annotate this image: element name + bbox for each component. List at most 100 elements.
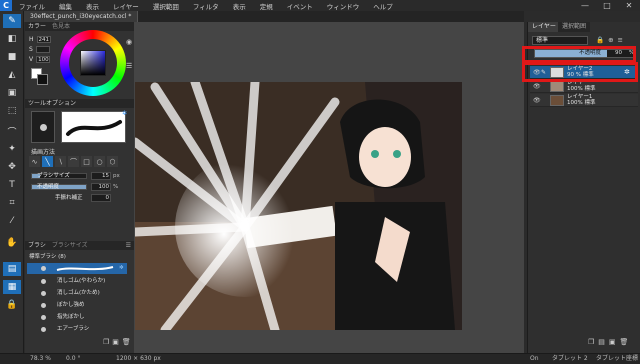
minimize-button[interactable]: — <box>574 0 596 11</box>
opacity-slider[interactable]: 不透明度 100 % <box>31 183 123 191</box>
lock-icon[interactable]: 🔒 <box>3 298 21 312</box>
draw-mode-row: ∿ ╲ ∖ ⌒ □ ○ ⬡ <box>29 156 118 168</box>
bucket-tool-icon[interactable]: ◭ <box>3 68 21 82</box>
menu-edit[interactable]: 編集 <box>52 1 79 11</box>
layer-item[interactable]: 👁 レイヤー1 100% 標準 <box>530 94 638 107</box>
layer-thumbnail <box>550 95 564 106</box>
gradient-tool-icon[interactable]: ▣ <box>3 86 21 100</box>
document-tab[interactable]: 30effect_punch_i30eyecatch.ocl * <box>24 11 139 22</box>
correction-slider[interactable]: 手振れ補正 0 <box>31 194 123 202</box>
stroke-preview <box>61 111 126 143</box>
menu-filter[interactable]: フィルタ <box>186 1 226 11</box>
hand-tool-icon[interactable]: ✋ <box>3 236 21 250</box>
polygon-mode-icon[interactable]: ⬡ <box>107 156 118 167</box>
brush-item[interactable]: 消しゴム(かため) <box>27 288 127 299</box>
hue-field: H 241 <box>29 35 55 43</box>
layer-lock-icons[interactable]: 🔒⊕≡ <box>596 36 627 44</box>
maximize-button[interactable]: □ <box>596 0 618 11</box>
polyline-mode-icon[interactable]: ∖ <box>55 156 66 167</box>
menu-selection[interactable]: 選択範囲 <box>146 1 186 11</box>
freehand-mode-icon[interactable]: ∿ <box>29 156 40 167</box>
line-mode-icon[interactable]: ╲ <box>42 156 53 167</box>
brush-item-name: ぼかし強め <box>57 302 85 308</box>
opacity-label: 不透明度 <box>37 184 60 190</box>
menu-bar: C ファイル 編集 表示 レイヤー 選択範囲 フィルタ 表示 定規 イベント ウ… <box>0 0 640 11</box>
stroke-preview-icon <box>66 120 122 136</box>
snap-icon[interactable]: ▦ <box>3 280 21 294</box>
eyedropper-tool-icon[interactable]: ⁄ <box>3 214 21 228</box>
brush-item-selected[interactable]: ✲ <box>27 263 127 274</box>
hue-input[interactable]: 241 <box>36 35 51 43</box>
opacity-input[interactable]: 100 <box>91 183 111 191</box>
lasso-tool-icon[interactable]: ⌒ <box>3 124 21 138</box>
brush-tab[interactable]: ブラシ <box>28 242 46 249</box>
left-panel: カラー 色見本 H 241 S V 100 ◉ ☰ ツールオプション ✲ 描画方… <box>25 22 134 353</box>
color-menu-icon[interactable]: ☰ <box>126 62 132 70</box>
layer-tab[interactable]: レイヤー <box>528 22 560 32</box>
magic-wand-tool-icon[interactable]: ✦ <box>3 142 21 156</box>
highlight-box-opacity <box>522 46 636 63</box>
menu-display[interactable]: 表示 <box>226 1 253 11</box>
brush-item[interactable]: 指先ぼかし <box>27 312 127 323</box>
text-tool-icon[interactable]: T <box>3 178 21 192</box>
canvas-size-readout: 1200 × 630 px <box>116 355 161 362</box>
correction-input[interactable]: 0 <box>91 194 111 202</box>
brush-item[interactable]: エアーブラシ <box>27 324 127 335</box>
menu-view[interactable]: 表示 <box>79 1 106 11</box>
brush-panel-header: ブラシ ブラシサイズ ☰ <box>25 241 134 250</box>
brush-panel-menu-icon[interactable]: ☰ <box>126 241 131 250</box>
selection-tab[interactable]: 選択範囲 <box>558 22 591 32</box>
swatch-tab[interactable]: 色見本 <box>52 23 70 30</box>
brush-size-tab[interactable]: ブラシサイズ <box>52 242 88 249</box>
status-on: On <box>530 355 539 362</box>
layer-actions-icon[interactable]: ❐▤▣🗑 <box>588 338 632 346</box>
saturation-value-square[interactable] <box>80 50 106 76</box>
select-rect-tool-icon[interactable]: ⬚ <box>3 104 21 118</box>
menu-help[interactable]: ヘルプ <box>366 1 400 11</box>
fill-rect-tool-icon[interactable]: ■ <box>3 50 21 64</box>
menu-window[interactable]: ウィンドウ <box>320 1 367 11</box>
saturation-input[interactable] <box>35 45 50 53</box>
color-wheel[interactable] <box>60 30 126 96</box>
menu-layer[interactable]: レイヤー <box>106 1 146 11</box>
angle-readout[interactable]: 0.0 ° <box>66 354 80 364</box>
menu-event[interactable]: イベント <box>280 1 320 11</box>
brush-size-input[interactable]: 15 <box>91 172 111 180</box>
color-tab[interactable]: カラー <box>28 23 46 30</box>
brush-item[interactable]: 消しゴム(やわらか) <box>27 276 127 287</box>
eraser-tool-icon[interactable]: ◧ <box>3 32 21 46</box>
highlight-box-layer <box>522 62 638 82</box>
visibility-eye-icon[interactable]: 👁 <box>533 97 541 104</box>
brush-group-label[interactable]: 標準ブラシ (8) <box>29 252 66 260</box>
curve-mode-icon[interactable]: ⌒ <box>68 156 79 167</box>
view-mode-icon[interactable]: ▤ <box>3 262 21 276</box>
brush-item-name: 消しゴム(やわらか) <box>57 278 106 284</box>
brush-item-name: エアーブラシ <box>57 326 90 332</box>
zoom-readout[interactable]: 78.3 % <box>30 354 51 364</box>
close-button[interactable]: ✕ <box>618 0 640 11</box>
brush-size-unit: px <box>113 173 120 179</box>
menu-ruler[interactable]: 定規 <box>253 1 280 11</box>
brush-actions-icon[interactable]: ❐▣🗑 <box>103 338 134 346</box>
brush-item-name: 指先ぼかし <box>57 314 85 320</box>
brush-size-label: ブラシサイズ <box>37 173 70 179</box>
status-bar: 78.3 % 0.0 ° 1200 × 630 px On タブレット 2 タブ… <box>0 353 640 364</box>
brush-settings-gear-icon[interactable]: ✲ <box>119 263 124 274</box>
saturation-label: S <box>29 45 33 53</box>
blend-mode-select[interactable]: 標準 <box>532 36 588 45</box>
settings-gear-icon[interactable]: ✲ <box>122 110 127 117</box>
pen-tool-icon[interactable]: ✎ <box>3 14 21 28</box>
ellipse-mode-icon[interactable]: ○ <box>94 156 105 167</box>
background-color-swatch[interactable] <box>37 74 48 85</box>
brush-size-slider[interactable]: ブラシサイズ 15 px <box>31 172 123 180</box>
tool-bar: ✎ ◧ ■ ◭ ▣ ⬚ ⌒ ✦ ✥ T ⌗ ⁄ ✋ ▤ ▦ 🔒 <box>0 11 24 353</box>
value-input[interactable]: 100 <box>36 55 51 63</box>
brush-item[interactable]: ぼかし強め <box>27 300 127 311</box>
crop-tool-icon[interactable]: ⌗ <box>3 196 21 210</box>
move-tool-icon[interactable]: ✥ <box>3 160 21 174</box>
brush-dot-icon <box>41 291 46 296</box>
rect-mode-icon[interactable]: □ <box>81 156 92 167</box>
visibility-eye-icon[interactable]: 👁 <box>533 83 541 90</box>
color-mode-icon[interactable]: ◉ <box>126 38 132 46</box>
menu-file[interactable]: ファイル <box>12 1 52 11</box>
